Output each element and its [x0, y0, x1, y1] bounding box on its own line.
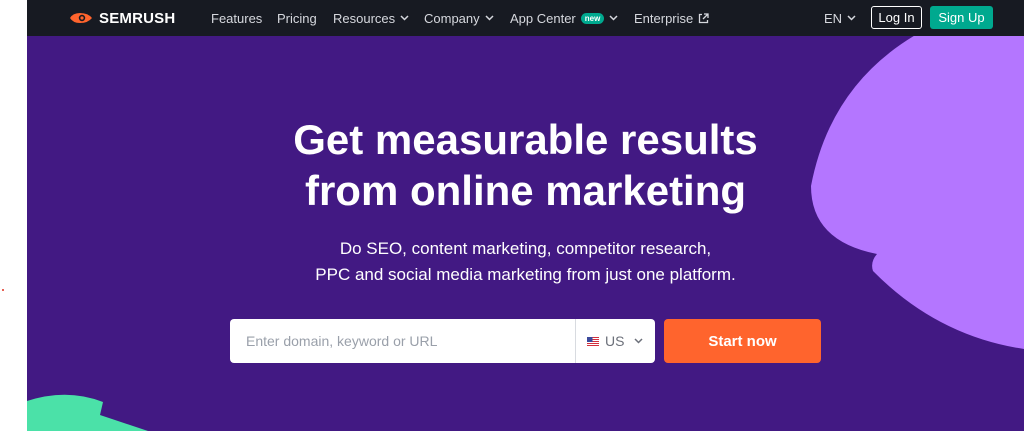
brand-name: SEMRUSH [99, 9, 176, 27]
nav-features-label: Features [211, 10, 263, 26]
chevron-down-icon [400, 15, 409, 21]
headline-line-1: Get measurable results [293, 116, 758, 163]
country-selector[interactable]: US [576, 319, 655, 363]
nav-company[interactable]: Company [424, 0, 494, 36]
start-now-button[interactable]: Start now [664, 319, 821, 363]
left-page-margin [0, 0, 27, 431]
nav-company-label: Company [424, 10, 480, 26]
nav-enterprise-label: Enterprise [634, 10, 694, 26]
nav-app-center-label: App Center [510, 10, 576, 26]
language-label: EN [824, 10, 843, 26]
nav-pricing-label: Pricing [277, 10, 317, 26]
nav-enterprise[interactable]: Enterprise [634, 0, 709, 36]
subline-line-1: Do SEO, content marketing, competitor re… [339, 239, 712, 258]
stray-red-dot [2, 289, 4, 291]
chevron-down-icon [485, 15, 494, 21]
chevron-down-icon [634, 338, 643, 344]
domain-search-input[interactable] [230, 319, 575, 363]
search-bar: US [230, 319, 655, 363]
country-label: US [605, 333, 625, 349]
subline-line-2: PPC and social media marketing from just… [315, 265, 736, 284]
language-selector[interactable]: EN [824, 0, 856, 36]
hero-section: Get measurable results from online marke… [27, 36, 1024, 431]
hero-decorative-shapes [27, 36, 1024, 431]
semrush-fire-icon [70, 13, 92, 23]
nav-pricing[interactable]: Pricing [277, 0, 317, 36]
chevron-down-icon [609, 15, 618, 21]
new-badge: new [580, 12, 605, 24]
nav-app-center[interactable]: App Center new [510, 0, 618, 36]
login-button[interactable]: Log In [871, 6, 922, 29]
signup-button[interactable]: Sign Up [930, 6, 993, 29]
nav-features[interactable]: Features [211, 0, 262, 36]
top-navbar: SEMRUSH Features Pricing Resources Compa… [27, 0, 1024, 36]
nav-resources[interactable]: Resources [333, 0, 409, 36]
headline-line-2: from online marketing [304, 167, 747, 214]
hero-headline: Get measurable results from online marke… [27, 114, 1024, 216]
hero-subheadline: Do SEO, content marketing, competitor re… [27, 236, 1024, 288]
us-flag-icon [587, 336, 599, 346]
semrush-logo[interactable]: SEMRUSH [68, 8, 175, 28]
external-link-icon [699, 12, 709, 23]
chevron-down-icon [847, 15, 856, 21]
nav-resources-label: Resources [333, 10, 396, 26]
mint-blob-shape [27, 394, 148, 431]
